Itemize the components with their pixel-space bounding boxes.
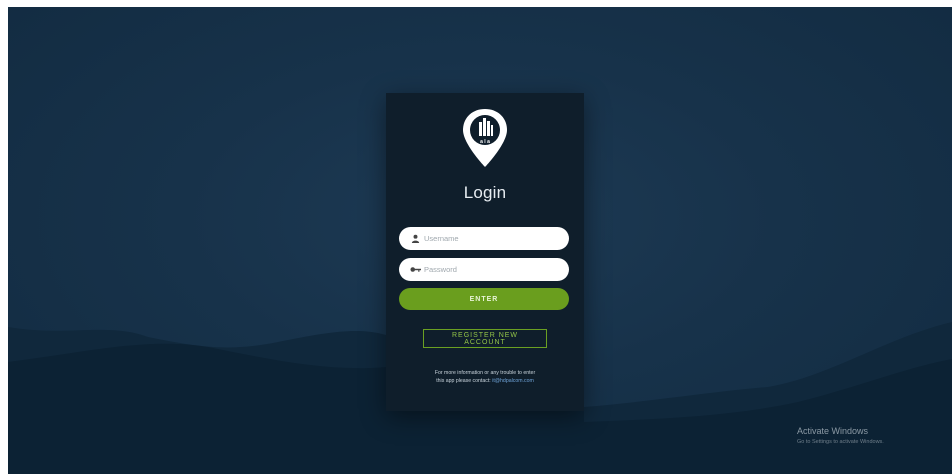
svg-text:a l a: a l a (480, 139, 490, 145)
enter-button[interactable]: ENTER (399, 288, 569, 310)
contact-info-line1: For more information or any trouble to e… (434, 370, 536, 376)
login-card: a l a Login ENTER REGISTER NEW ACCOUNT F… (386, 93, 584, 411)
register-new-account-button[interactable]: REGISTER NEW ACCOUNT (423, 329, 547, 348)
location-pin-building-icon: a l a (463, 109, 507, 167)
username-field[interactable] (399, 227, 569, 250)
activate-windows-watermark: Activate Windows Go to Settings to activ… (797, 426, 884, 448)
activate-windows-subtitle: Go to Settings to activate Windows. (797, 439, 884, 445)
user-icon (409, 233, 421, 245)
contact-info-line2: this app please contact: it@hdpalcom.com (400, 377, 570, 385)
username-input[interactable] (424, 234, 564, 243)
contact-email-link[interactable]: it@hdpalcom.com (492, 378, 534, 384)
contact-info: For more information or any trouble to e… (400, 369, 570, 385)
login-title: Login (463, 183, 507, 202)
activate-windows-title: Activate Windows (797, 426, 869, 436)
key-icon (409, 264, 421, 276)
password-field[interactable] (399, 258, 569, 281)
login-page-background: a l a Login ENTER REGISTER NEW ACCOUNT F… (8, 7, 952, 474)
contact-info-text: this app please contact: (436, 378, 491, 384)
password-input[interactable] (424, 265, 564, 274)
